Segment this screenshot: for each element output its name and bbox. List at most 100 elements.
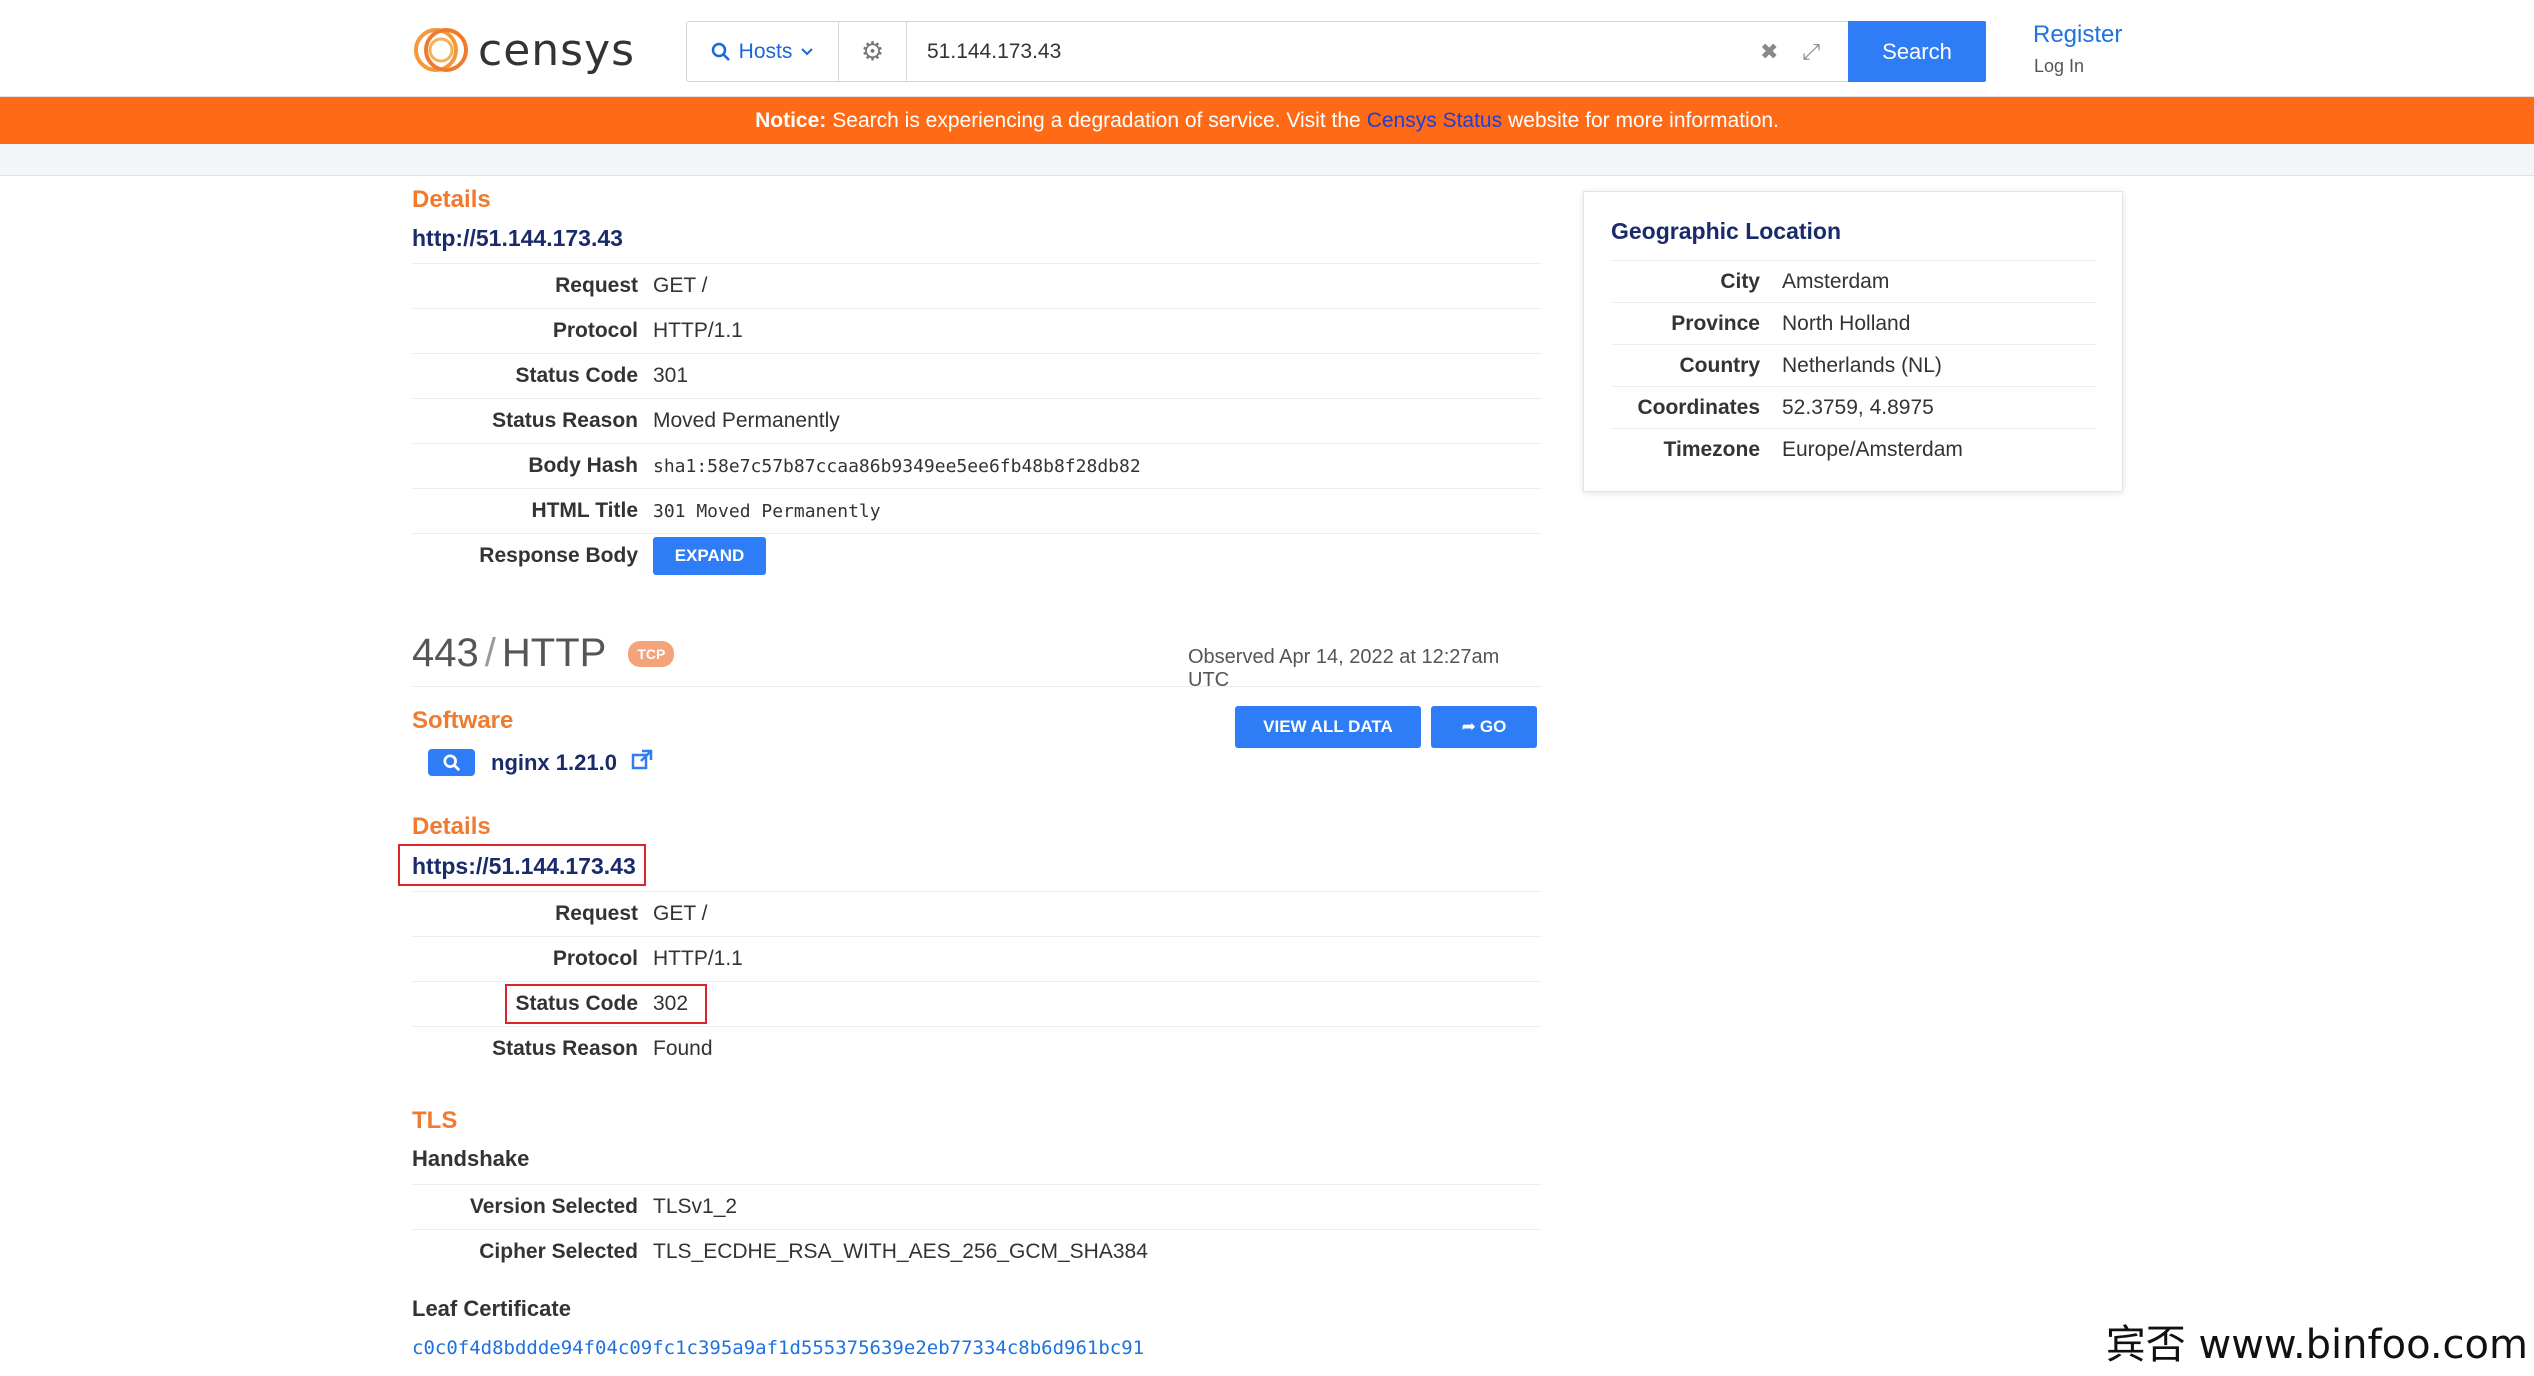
- external-link-icon[interactable]: [631, 749, 653, 776]
- geo-key: Coordinates: [1637, 395, 1760, 419]
- search-icon: [711, 42, 730, 61]
- software-name: nginx 1.21.0: [491, 749, 617, 775]
- service-separator: /: [484, 631, 496, 675]
- geo-value: Amsterdam: [1782, 269, 1890, 293]
- details-row: Status Reason Moved Permanently: [412, 398, 1542, 443]
- expand-icon[interactable]: ⤢: [1802, 39, 1820, 65]
- details-value: HTTP/1.1: [653, 319, 743, 342]
- chevron-down-icon: [801, 47, 814, 55]
- details-row: Response Body EXPAND: [412, 533, 1542, 578]
- search-type-label: Hosts: [738, 39, 793, 63]
- clear-icon[interactable]: ✖: [1760, 39, 1778, 65]
- details-table-443: Request GET / Protocol HTTP/1.1 Status C…: [412, 891, 1542, 1071]
- tls-title: TLS: [412, 1107, 458, 1134]
- details-row: Request GET /: [412, 263, 1542, 308]
- search-button[interactable]: Search: [1848, 21, 1986, 82]
- login-link[interactable]: Log In: [2034, 56, 2084, 77]
- geo-row: Province North Holland: [1611, 302, 2097, 344]
- details-url-80[interactable]: http://51.144.173.43: [412, 225, 623, 252]
- details-key: Body Hash: [528, 454, 638, 477]
- top-header: censys Hosts ⚙ 51.144.173.43 ✖ ⤢ Search …: [0, 0, 2534, 97]
- details-value: Moved Permanently: [653, 409, 840, 432]
- notice-label: Notice:: [755, 108, 827, 132]
- details-key: Status Reason: [492, 1037, 638, 1060]
- tls-row: Cipher Selected TLS_ECDHE_RSA_WITH_AES_2…: [412, 1229, 1542, 1274]
- geo-row: Timezone Europe/Amsterdam: [1611, 428, 2097, 470]
- tls-value: TLS_ECDHE_RSA_WITH_AES_256_GCM_SHA384: [653, 1240, 1148, 1263]
- highlight-box-status-code: [505, 984, 707, 1024]
- watermark: 宾否 www.binfoo.com: [2105, 1322, 2528, 1368]
- details-key: Status Code: [515, 364, 638, 387]
- details-key: Status Reason: [492, 409, 638, 432]
- geo-row: City Amsterdam: [1611, 260, 2097, 302]
- geo-key: City: [1720, 269, 1760, 293]
- search-type-dropdown[interactable]: Hosts: [687, 22, 839, 81]
- go-button-label: GO: [1479, 717, 1507, 736]
- details-row: Protocol HTTP/1.1: [412, 936, 1542, 981]
- html-title-value: 301 Moved Permanently: [653, 500, 881, 522]
- details-value: 301: [653, 364, 689, 387]
- details-row: Protocol HTTP/1.1: [412, 308, 1542, 353]
- details-title-443: Details: [412, 813, 491, 840]
- body-hash-value: sha1:58e7c57b87ccaa86b9349ee5ee6fb48b8f2…: [653, 455, 1141, 477]
- logo-text: censys: [478, 24, 636, 76]
- register-link[interactable]: Register: [2033, 21, 2122, 49]
- share-icon: ➦: [1461, 717, 1476, 736]
- transport-badge: TCP: [628, 640, 675, 667]
- details-key: Protocol: [552, 947, 638, 970]
- handshake-title: Handshake: [412, 1146, 530, 1171]
- software-title: Software: [412, 707, 514, 734]
- search-bar: Hosts ⚙ 51.144.173.43 ✖ ⤢ Search: [686, 21, 1986, 82]
- search-settings-button[interactable]: ⚙: [839, 22, 907, 81]
- details-row: HTML Title 301 Moved Permanently: [412, 488, 1542, 533]
- software-item: nginx 1.21.0: [428, 749, 653, 776]
- details-key: Request: [555, 274, 638, 297]
- tls-row: Version Selected TLSv1_2: [412, 1184, 1542, 1229]
- software-search-button[interactable]: [428, 749, 475, 776]
- gear-icon: ⚙: [860, 36, 885, 66]
- geo-row: Country Netherlands (NL): [1611, 344, 2097, 386]
- search-input[interactable]: 51.144.173.43: [907, 22, 1760, 81]
- notice-text-after: website for more information.: [1508, 108, 1779, 132]
- service-notice-banner: Notice: Search is experiencing a degrada…: [0, 97, 2534, 144]
- leaf-certificate-link[interactable]: c0c0f4d8bddde94f04c09fc1c395a9af1d555375…: [412, 1337, 1144, 1359]
- service-header-443: 443 / HTTP TCP: [412, 631, 675, 676]
- censys-logo[interactable]: censys: [412, 24, 635, 76]
- geographic-location-panel: Geographic Location City Amsterdam Provi…: [1583, 191, 2123, 492]
- geo-title: Geographic Location: [1611, 218, 1842, 244]
- service-protocol: HTTP: [501, 631, 607, 675]
- divider: [412, 686, 1542, 687]
- details-key: Request: [555, 902, 638, 925]
- censys-status-link[interactable]: Censys Status: [1367, 109, 1502, 133]
- details-key: Protocol: [552, 319, 638, 342]
- tls-table: Version Selected TLSv1_2 Cipher Selected…: [412, 1184, 1542, 1274]
- details-title-80: Details: [412, 186, 491, 213]
- geo-key: Province: [1671, 311, 1760, 335]
- details-row: Request GET /: [412, 891, 1542, 936]
- search-icon: [442, 753, 460, 771]
- details-row: Body Hash sha1:58e7c57b87ccaa86b9349ee5e…: [412, 443, 1542, 488]
- leaf-certificate-title: Leaf Certificate: [412, 1296, 571, 1321]
- details-value: GET /: [653, 274, 708, 297]
- tls-key: Cipher Selected: [479, 1240, 638, 1263]
- geo-key: Country: [1679, 353, 1761, 377]
- page-subheader: [0, 144, 2534, 176]
- search-input-actions: ✖ ⤢: [1760, 22, 1848, 81]
- highlight-box-url: [398, 844, 646, 886]
- details-row: Status Code 301: [412, 353, 1542, 398]
- geo-value: Netherlands (NL): [1782, 353, 1942, 377]
- tls-value: TLSv1_2: [653, 1195, 738, 1218]
- expand-button[interactable]: EXPAND: [653, 537, 766, 575]
- geo-value: 52.3759, 4.8975: [1782, 395, 1934, 419]
- details-value: GET /: [653, 902, 708, 925]
- view-all-data-button[interactable]: VIEW ALL DATA: [1235, 706, 1421, 748]
- tls-key: Version Selected: [469, 1195, 638, 1218]
- details-row: Status Reason Found: [412, 1026, 1542, 1071]
- censys-logo-icon: [414, 28, 468, 72]
- geo-value: North Holland: [1782, 311, 1911, 335]
- geo-key: Timezone: [1663, 437, 1760, 461]
- notice-text-before: Search is experiencing a degradation of …: [832, 108, 1361, 132]
- go-button[interactable]: ➦ GO: [1431, 706, 1537, 748]
- details-key: HTML Title: [531, 499, 638, 522]
- details-table-80: Request GET / Protocol HTTP/1.1 Status C…: [412, 263, 1542, 578]
